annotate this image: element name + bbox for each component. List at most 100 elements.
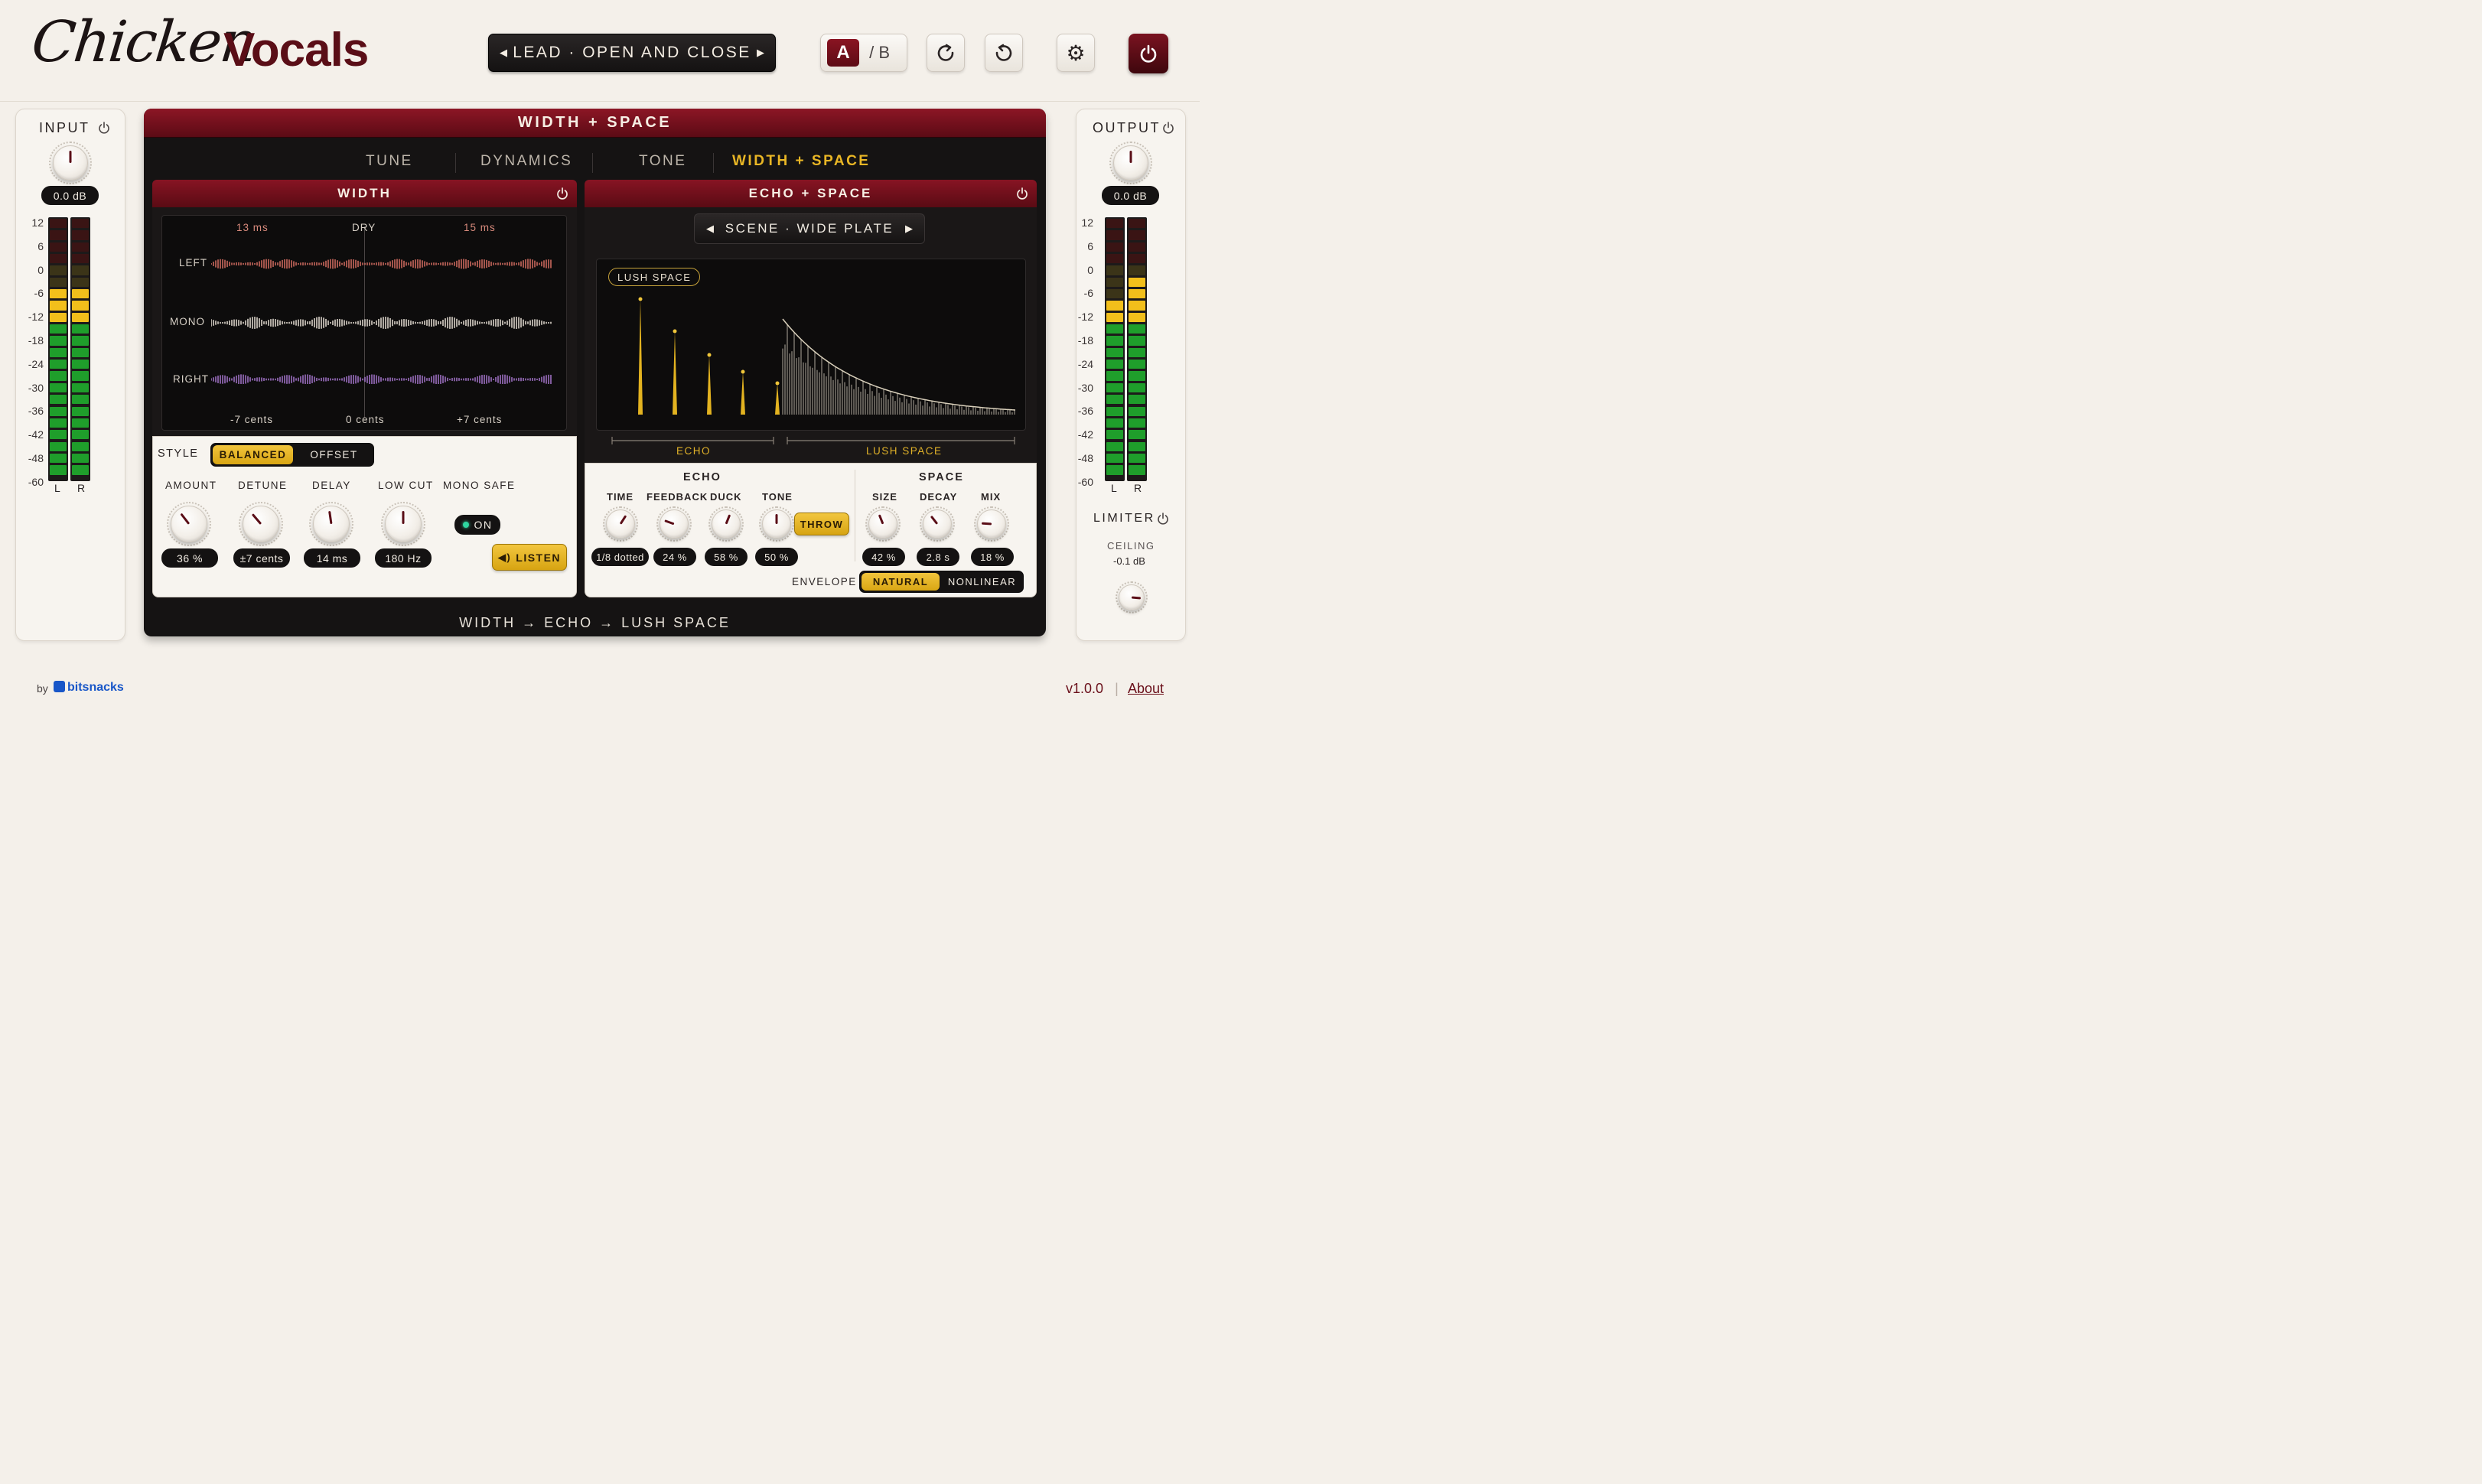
width-controls: STYLE BALANCED OFFSET AMOUNT DETUNE DELA… (152, 436, 577, 597)
tab-divider (455, 153, 456, 173)
scope-detune-min: -7 cents (230, 414, 274, 425)
meter-segment (72, 254, 89, 264)
ab-slot-b[interactable]: / B (869, 43, 901, 63)
limiter-title: LIMITER (1093, 512, 1155, 525)
meter-segment (72, 430, 89, 440)
meter-segment (1106, 371, 1123, 381)
ab-slot-a[interactable]: A (827, 39, 859, 67)
amount-knob[interactable] (171, 506, 207, 542)
echo-feedback-knob[interactable] (660, 509, 689, 539)
space-decay-knob[interactable] (923, 509, 952, 539)
space-mix-knob[interactable] (977, 509, 1006, 539)
preset-prev-icon[interactable]: ◀ (500, 47, 507, 59)
meter-segment (1129, 265, 1145, 275)
meter-scale-tick: 0 (1087, 263, 1093, 276)
meter-segment (72, 360, 89, 369)
meter-segment (1129, 336, 1145, 346)
meter-segment (50, 301, 67, 311)
mono-safe-label: MONO SAFE (443, 480, 516, 491)
ab-compare-switch[interactable]: A / B (820, 34, 907, 72)
width-power-icon[interactable] (555, 187, 569, 200)
output-power-icon[interactable] (1161, 121, 1175, 135)
listen-label: LISTEN (516, 551, 562, 564)
limiter-power-icon[interactable] (1156, 512, 1170, 526)
tab-dynamics[interactable]: DYNAMICS (480, 153, 572, 170)
input-gain-value: 0.0 dB (41, 186, 99, 205)
undo-button[interactable] (927, 34, 965, 72)
preset-next-icon[interactable]: ▶ (757, 47, 764, 59)
scene-next-icon[interactable]: ▶ (905, 223, 913, 235)
mono-safe-toggle[interactable]: ON (454, 515, 500, 535)
input-gain-knob[interactable] (53, 145, 88, 181)
meter-segment (1129, 242, 1145, 252)
tab-width-space[interactable]: WIDTH + SPACE (732, 153, 870, 170)
meter-segment (50, 289, 67, 299)
echo-space-power-icon[interactable] (1015, 187, 1029, 200)
preset-selector[interactable]: ◀ LEAD · OPEN AND CLOSE ▶ (488, 34, 776, 72)
echo-duck-knob[interactable] (712, 509, 741, 539)
meter-segment (72, 336, 89, 346)
envelope-option-nonlinear[interactable]: NONLINEAR (941, 571, 1023, 592)
delay-knob[interactable] (313, 506, 350, 542)
space-decay-label: DECAY (920, 491, 958, 503)
low-cut-label: LOW CUT (378, 480, 434, 491)
redo-button[interactable] (985, 34, 1023, 72)
speaker-icon: ◀) (497, 551, 512, 563)
echo-tone-label: TONE (762, 491, 793, 503)
meter-scale-tick: -30 (28, 381, 44, 394)
tab-tune[interactable]: TUNE (366, 153, 413, 170)
scope-detune-max: +7 cents (457, 414, 503, 425)
footer-brand-link[interactable]: bitsnacks (54, 681, 124, 695)
echo-duck-label: DUCK (710, 491, 742, 503)
meter-segment (72, 382, 89, 393)
echo-space-display: LUSH SPACE (596, 259, 1026, 431)
style-option-offset[interactable]: OFFSET (295, 444, 373, 466)
meter-segment (72, 242, 89, 252)
scene-prev-icon[interactable]: ◀ (706, 223, 714, 235)
meter-scale-tick: -42 (28, 428, 44, 441)
meter-scale-tick: 6 (1087, 239, 1093, 252)
style-toggle[interactable]: BALANCED OFFSET (210, 443, 374, 467)
meter-segment (1129, 301, 1145, 311)
settings-button[interactable]: ⚙ (1057, 34, 1095, 72)
main-module-panel: WIDTH + SPACE TUNE DYNAMICS TONE WIDTH +… (144, 109, 1046, 636)
about-link[interactable]: About (1128, 681, 1164, 697)
scope-row-right: RIGHT (173, 373, 209, 385)
detune-value: ±7 cents (233, 548, 290, 568)
echo-time-knob[interactable] (606, 509, 635, 539)
limiter-ceiling-knob[interactable] (1119, 584, 1145, 610)
throw-button[interactable]: THROW (794, 513, 849, 535)
meter-segment (1106, 301, 1123, 311)
meter-segment (50, 441, 67, 451)
meter-segment (1106, 289, 1123, 299)
echo-tone-knob[interactable] (762, 509, 791, 539)
brand-product-name: Vocals (223, 24, 369, 76)
header-divider (0, 101, 1200, 102)
meter-scale-tick: -48 (1077, 452, 1093, 464)
input-power-icon[interactable] (97, 121, 111, 135)
low-cut-knob[interactable] (385, 506, 422, 542)
input-channel-r: R (77, 482, 86, 494)
echo-impulse-graph (638, 297, 1016, 415)
meter-segment (1106, 312, 1123, 323)
gear-icon: ⚙ (1066, 40, 1086, 66)
style-option-balanced[interactable]: BALANCED (213, 445, 293, 464)
detune-knob[interactable] (243, 506, 279, 542)
limiter-ceiling-label: CEILING (1107, 540, 1155, 552)
echo-tap-dot (638, 297, 643, 301)
meter-scale-tick: 6 (37, 239, 44, 252)
power-icon (1140, 44, 1157, 63)
listen-button[interactable]: ◀) LISTEN (492, 544, 567, 571)
tab-divider (713, 153, 714, 173)
echo-tone-value: 50 % (755, 548, 798, 566)
echo-feedback-label: FEEDBACK (647, 491, 708, 503)
envelope-toggle[interactable]: NATURAL NONLINEAR (859, 571, 1024, 593)
meter-segment (1106, 230, 1123, 240)
plugin-power-button[interactable] (1129, 34, 1168, 73)
tab-tone[interactable]: TONE (639, 153, 686, 170)
preset-name: LEAD · OPEN AND CLOSE (513, 44, 751, 61)
scene-selector[interactable]: ◀ SCENE · WIDE PLATE ▶ (694, 213, 925, 244)
space-size-knob[interactable] (868, 509, 897, 539)
envelope-option-natural[interactable]: NATURAL (862, 573, 940, 591)
output-gain-knob[interactable] (1113, 145, 1148, 181)
